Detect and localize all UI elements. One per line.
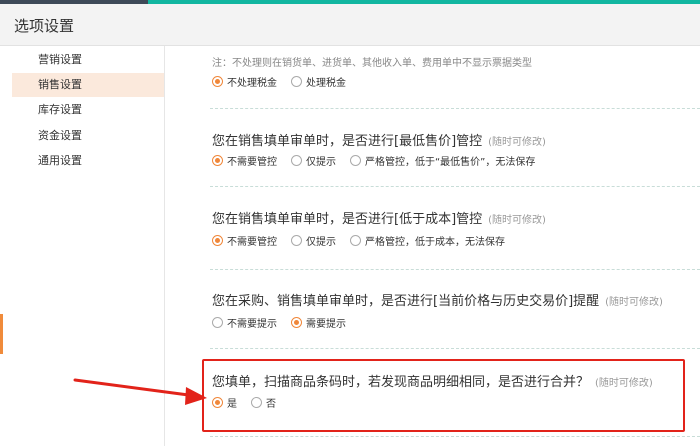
- title-bar: 选项设置: [0, 4, 700, 46]
- merge-barcode-options: 是 否: [212, 395, 290, 410]
- min-price-option-strict[interactable]: 严格管控，低于“最低售价”，无法保存: [350, 153, 535, 168]
- radio-icon[interactable]: [291, 76, 302, 87]
- below-cost-option-prompt[interactable]: 仅提示: [291, 233, 336, 248]
- merge-barcode-question: 您填单，扫描商品条码时，若发现商品明细相同，是否进行合并？ (随时可修改): [212, 375, 653, 390]
- sidebar-item-funds[interactable]: 资金设置: [12, 124, 164, 148]
- options-settings-window: 选项设置 营销设置 销售设置 库存设置 资金设置 通用设置 注：不处理则在销货单…: [0, 0, 700, 446]
- radio-icon[interactable]: [291, 235, 302, 246]
- section-divider: [210, 108, 700, 109]
- price-history-option-no-prompt[interactable]: 不需要提示: [212, 315, 277, 330]
- radio-selected-icon[interactable]: [212, 235, 223, 246]
- min-price-question: 您在销售填单审单时，是否进行[最低售价]管控 (随时可修改): [212, 134, 546, 149]
- window-title: 选项设置: [14, 17, 75, 35]
- tax-option-none[interactable]: 不处理税金: [212, 74, 277, 89]
- sidebar-item-sales[interactable]: 销售设置: [12, 73, 164, 97]
- radio-selected-icon[interactable]: [291, 317, 302, 328]
- section-divider: [210, 269, 700, 270]
- min-price-option-prompt[interactable]: 仅提示: [291, 153, 336, 168]
- price-history-option-prompt[interactable]: 需要提示: [291, 315, 346, 330]
- radio-icon[interactable]: [212, 317, 223, 328]
- price-history-question: 您在采购、销售填单审单时，是否进行[当前价格与历史交易价]提醒 (随时可修改): [212, 294, 663, 309]
- radio-icon[interactable]: [291, 155, 302, 166]
- radio-selected-icon[interactable]: [212, 155, 223, 166]
- below-cost-option-no-control[interactable]: 不需要管控: [212, 233, 277, 248]
- section-divider: [210, 348, 700, 349]
- below-cost-option-strict[interactable]: 严格管控，低于成本，无法保存: [350, 233, 505, 248]
- tax-option-process[interactable]: 处理税金: [291, 74, 346, 89]
- tax-options: 不处理税金 处理税金: [212, 74, 360, 89]
- radio-selected-icon[interactable]: [212, 76, 223, 87]
- tax-note: 注：不处理则在销货单、进货单、其他收入单、费用单中不显示票据类型: [212, 58, 532, 69]
- radio-icon[interactable]: [251, 397, 262, 408]
- merge-option-no[interactable]: 否: [251, 395, 276, 410]
- radio-selected-icon[interactable]: [212, 397, 223, 408]
- below-cost-options: 不需要管控 仅提示 严格管控，低于成本，无法保存: [212, 233, 519, 248]
- radio-icon[interactable]: [350, 235, 361, 246]
- price-history-options: 不需要提示 需要提示: [212, 315, 360, 330]
- below-cost-question: 您在销售填单审单时，是否进行[低于成本]管控 (随时可修改): [212, 212, 546, 227]
- sidebar-edge-marker: [0, 314, 3, 354]
- radio-icon[interactable]: [350, 155, 361, 166]
- sidebar-item-marketing[interactable]: 营销设置: [12, 48, 164, 72]
- section-divider: [210, 436, 700, 437]
- sidebar-item-general[interactable]: 通用设置: [12, 149, 164, 173]
- section-divider: [210, 186, 700, 187]
- min-price-option-no-control[interactable]: 不需要管控: [212, 153, 277, 168]
- sales-settings-panel: 注：不处理则在销货单、进货单、其他收入单、费用单中不显示票据类型 不处理税金 处…: [166, 46, 700, 446]
- min-price-options: 不需要管控 仅提示 严格管控，低于“最低售价”，无法保存: [212, 153, 549, 168]
- merge-option-yes[interactable]: 是: [212, 395, 237, 410]
- settings-sidebar: 营销设置 销售设置 库存设置 资金设置 通用设置: [0, 46, 165, 446]
- sidebar-item-inventory[interactable]: 库存设置: [12, 98, 164, 122]
